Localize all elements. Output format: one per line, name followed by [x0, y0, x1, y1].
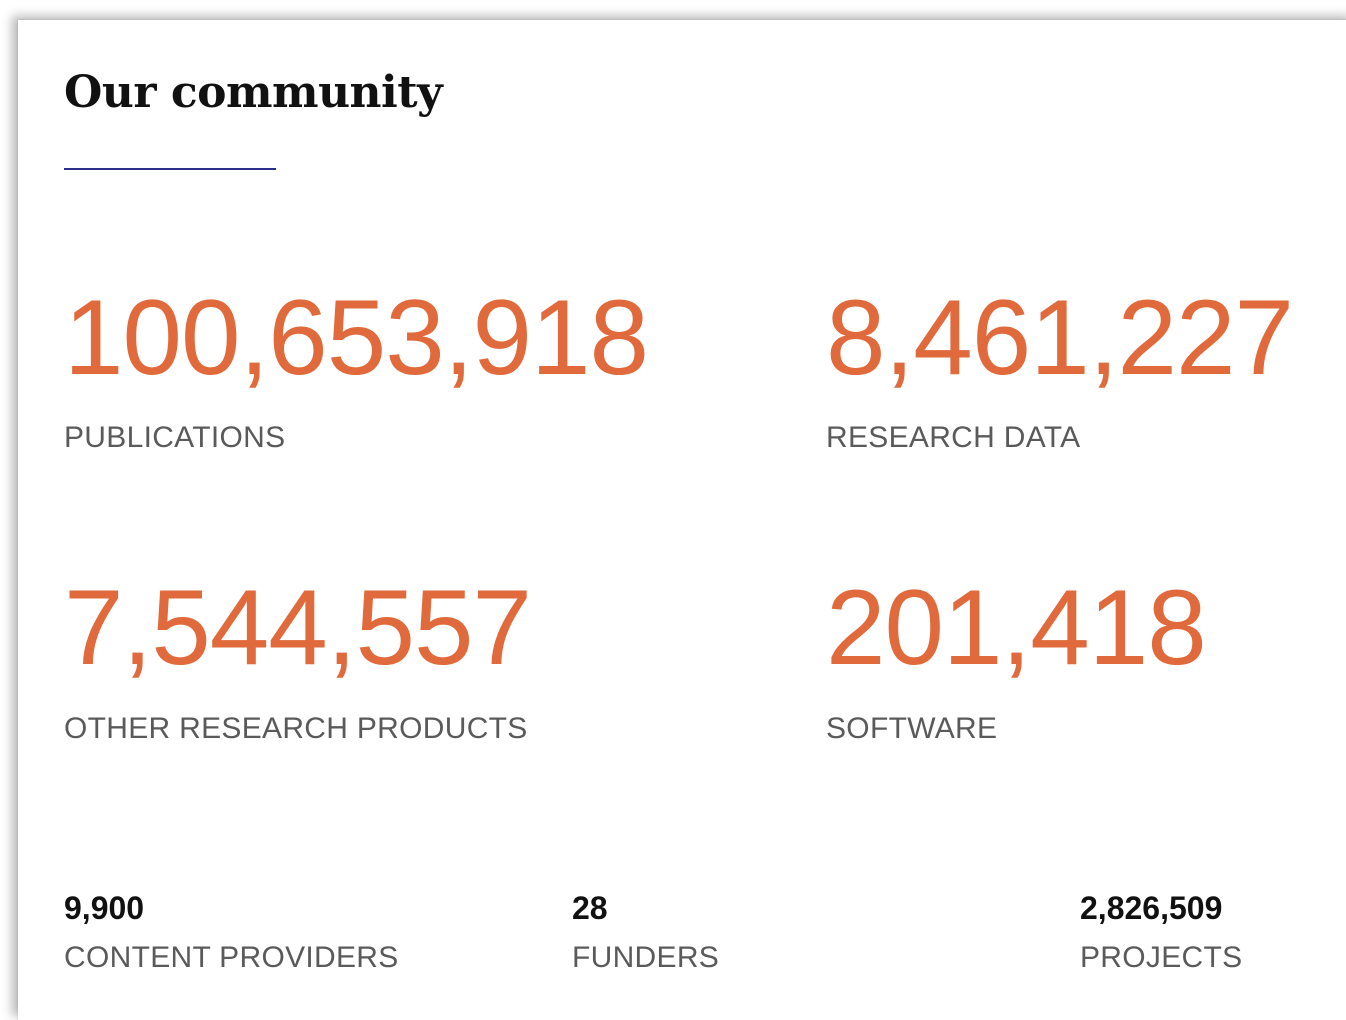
software-label: SOFTWARE [826, 712, 998, 745]
other-research-products-count: 7,544,557 [64, 567, 532, 687]
publications-count: 100,653,918 [64, 277, 649, 397]
title-underline [64, 168, 276, 170]
other-research-products-label: OTHER RESEARCH PRODUCTS [64, 712, 528, 745]
page-frame: Our community 100,653,918 PUBLICATIONS 8… [0, 0, 1346, 1020]
community-card [18, 20, 1346, 1020]
projects-label: PROJECTS [1080, 941, 1243, 974]
software-count: 201,418 [826, 567, 1207, 687]
section-title: Our community [64, 67, 443, 118]
content-providers-label: CONTENT PROVIDERS [64, 941, 399, 974]
funders-label: FUNDERS [572, 941, 720, 974]
content-providers-count: 9,900 [64, 890, 145, 926]
research-data-count: 8,461,227 [826, 277, 1294, 397]
research-data-label: RESEARCH DATA [826, 421, 1081, 454]
projects-count: 2,826,509 [1080, 890, 1223, 926]
publications-label: PUBLICATIONS [64, 421, 286, 454]
funders-count: 28 [572, 890, 608, 926]
